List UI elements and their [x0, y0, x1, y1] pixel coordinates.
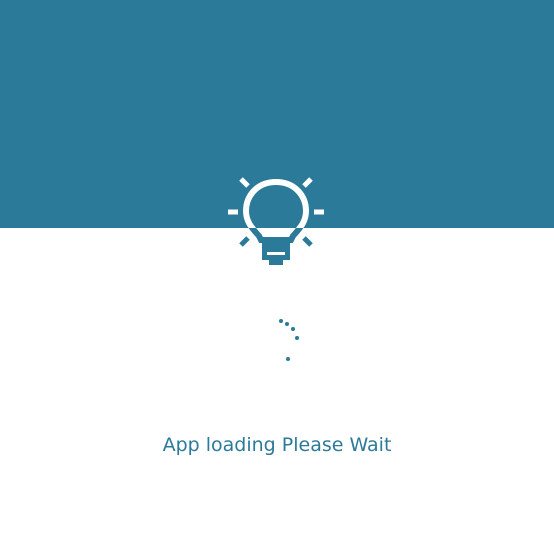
loading-status-text: App loading Please Wait — [162, 434, 392, 456]
spinner-dot — [279, 319, 283, 323]
spinner-dot — [285, 322, 289, 326]
loading-spinner-icon — [270, 312, 310, 368]
spinner-dot — [286, 357, 290, 361]
spinner-dot — [295, 336, 299, 340]
lightbulb-icon — [228, 177, 324, 265]
spinner-dot — [291, 327, 295, 331]
